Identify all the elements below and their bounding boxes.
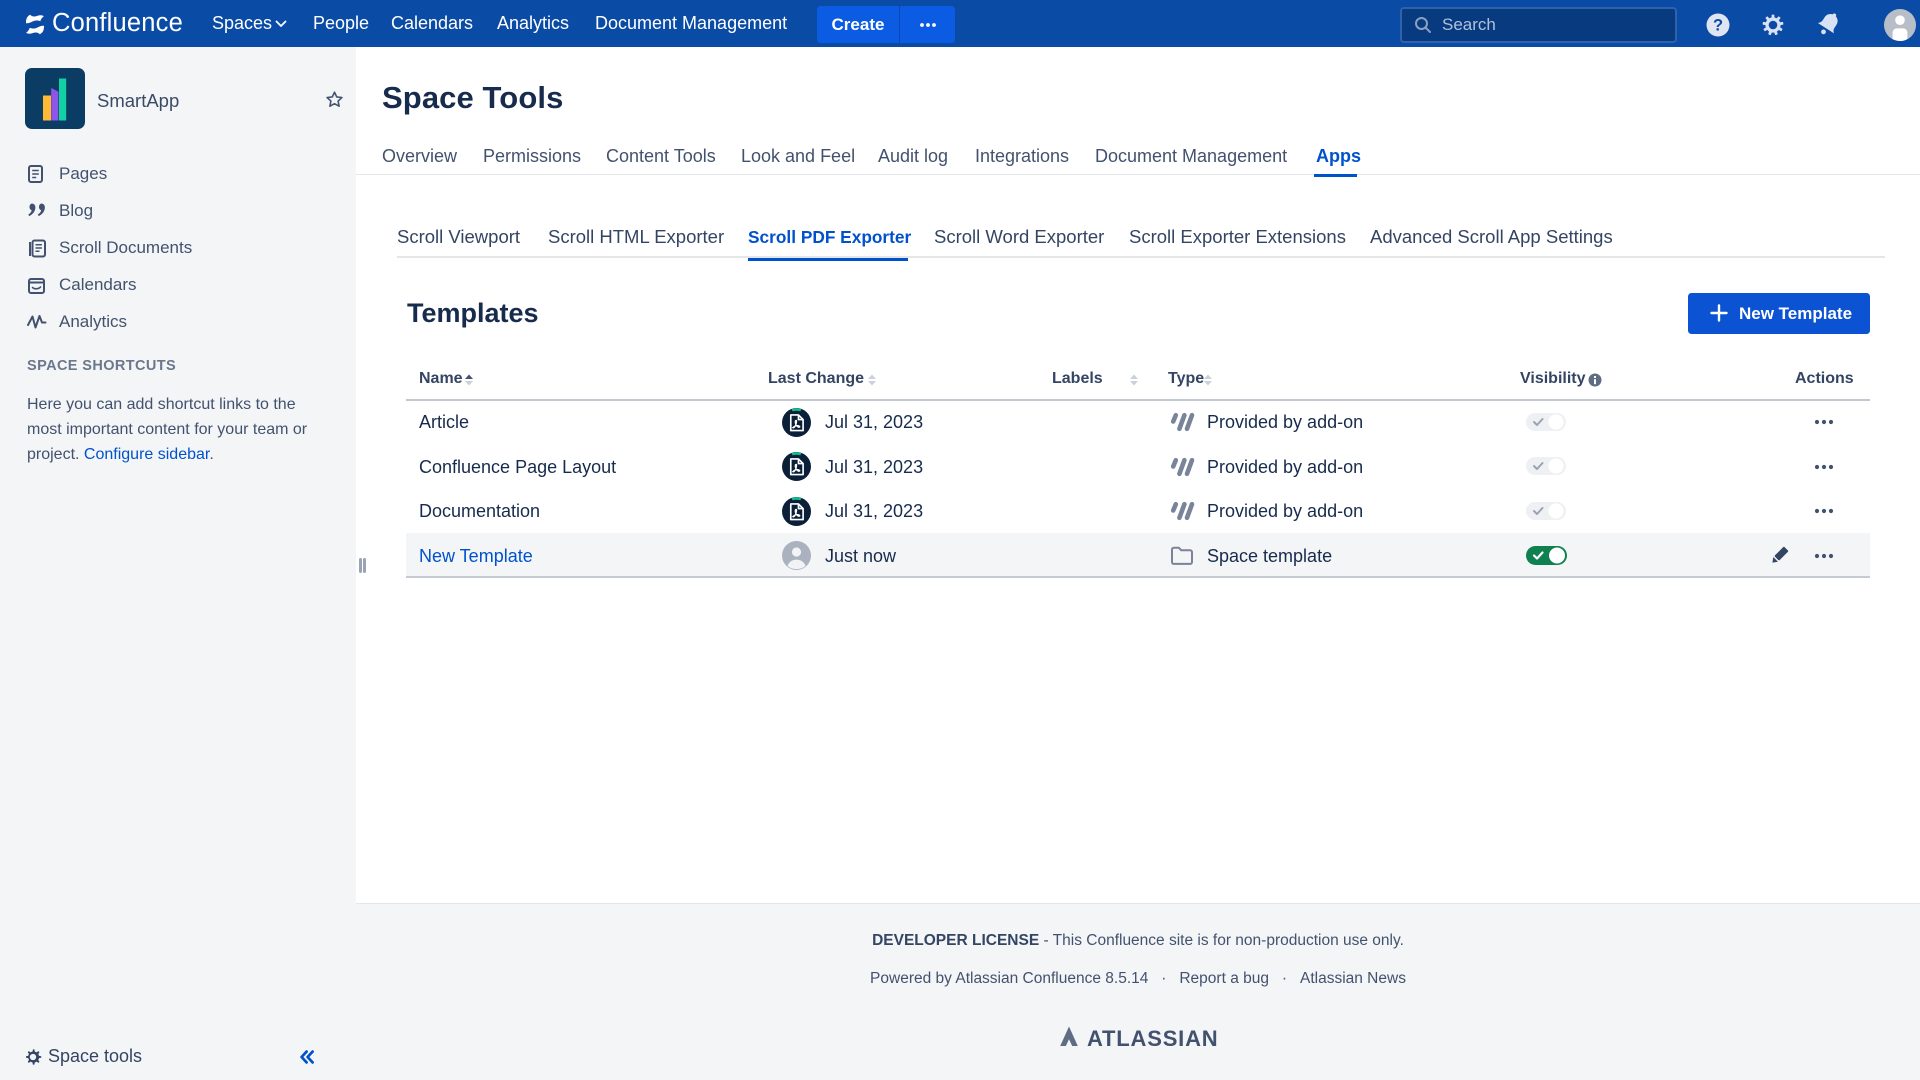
svg-text:?: ? (1713, 17, 1723, 35)
